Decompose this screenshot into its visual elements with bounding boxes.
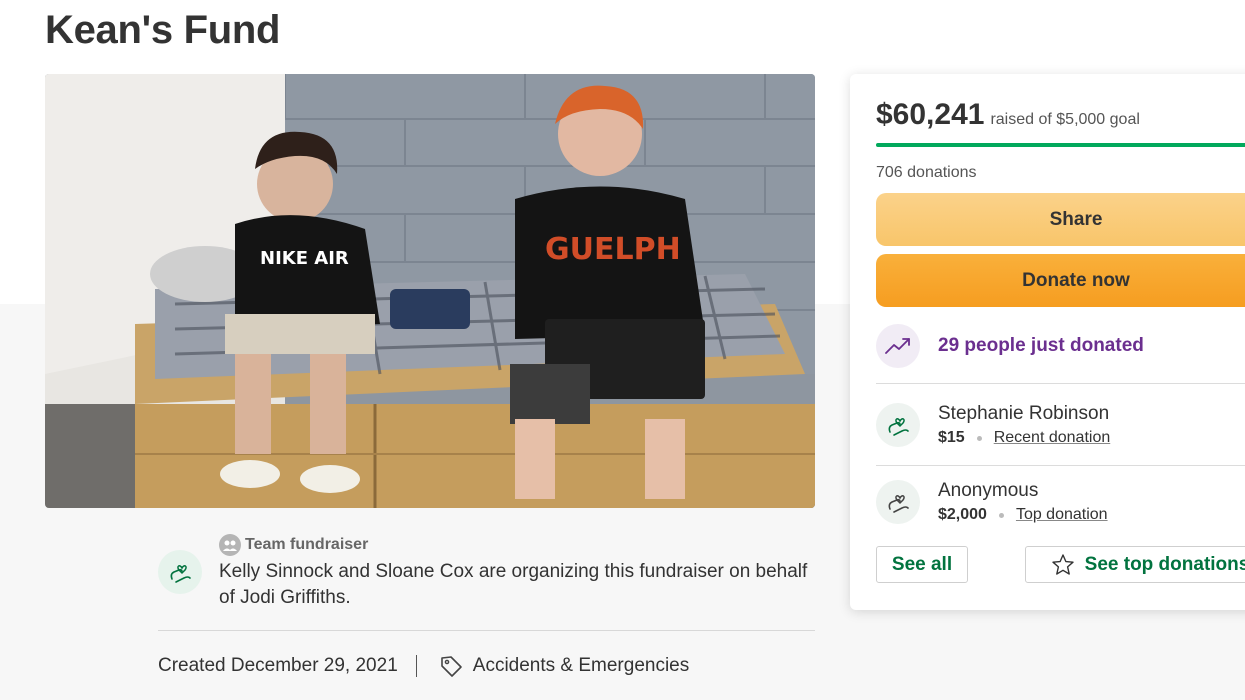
team-icon — [219, 534, 241, 556]
heart-hands-icon — [170, 565, 191, 583]
share-button[interactable]: Share — [876, 193, 1245, 246]
trend-text: 29 people just donated — [938, 335, 1144, 356]
donate-now-button[interactable]: Donate now — [876, 254, 1245, 307]
meta-separator — [415, 655, 417, 677]
donor-avatar — [876, 403, 920, 447]
raised-summary: $60,241 raised of $5,000 goal — [876, 98, 1140, 132]
donor-amount: $15 — [938, 429, 965, 446]
organizer-avatar — [158, 550, 202, 594]
donor-name: Anonymous — [938, 480, 1039, 501]
panel-divider — [876, 465, 1245, 466]
recent-donations-trend: 29 people just donated — [876, 324, 1144, 368]
progress-bar — [876, 143, 1245, 147]
fundraiser-meta: Created December 29, 2021 Accidents & Em… — [158, 654, 689, 678]
see-top-donations-button[interactable]: See top donations — [1025, 546, 1245, 583]
donation-list-item: Anonymous $2,000 Top donation — [876, 479, 1108, 524]
donation-count: 706 donations — [876, 164, 977, 181]
panel-divider — [876, 383, 1245, 384]
team-fundraiser-label: Team fundraiser — [245, 536, 369, 553]
donation-panel: $60,241 raised of $5,000 goal 706 donati… — [850, 74, 1245, 610]
organizer-description: Kelly Sinnock and Sloane Cox are organiz… — [219, 561, 808, 608]
trending-up-icon — [885, 338, 910, 354]
hero-photo-illustration: NIKE AIR GUELPH — [45, 74, 815, 508]
star-icon — [1051, 553, 1074, 575]
donor-name: Stephanie Robinson — [938, 403, 1110, 424]
trend-circle — [876, 324, 920, 368]
raised-amount: $60,241 — [876, 98, 985, 131]
heart-hands-icon — [888, 495, 909, 513]
donation-list-item: Stephanie Robinson $15 Recent donation — [876, 402, 1110, 447]
svg-text:GUELPH: GUELPH — [545, 232, 681, 267]
see-all-button[interactable]: See all — [876, 546, 968, 583]
donation-badge[interactable]: Recent donation — [994, 429, 1111, 447]
svg-text:NIKE AIR: NIKE AIR — [260, 248, 349, 269]
separator-dot — [998, 512, 1004, 518]
tag-icon — [439, 654, 463, 678]
heart-hands-icon — [888, 418, 909, 436]
see-top-donations-label: See top donations — [1084, 553, 1245, 575]
page-title: Kean's Fund — [45, 8, 281, 52]
donation-badge[interactable]: Top donation — [1016, 506, 1108, 524]
separator-dot — [976, 435, 982, 441]
team-fundraiser-row: Team fundraiser — [219, 534, 368, 556]
hero-photo[interactable]: NIKE AIR GUELPH — [45, 74, 815, 508]
section-divider — [158, 630, 815, 631]
created-date: Created December 29, 2021 — [158, 655, 398, 676]
progress-bar-fill — [876, 143, 1245, 147]
raised-goal-text: raised of $5,000 goal — [990, 111, 1140, 128]
category-link[interactable]: Accidents & Emergencies — [473, 655, 690, 677]
donor-avatar — [876, 480, 920, 524]
donor-amount: $2,000 — [938, 506, 987, 523]
